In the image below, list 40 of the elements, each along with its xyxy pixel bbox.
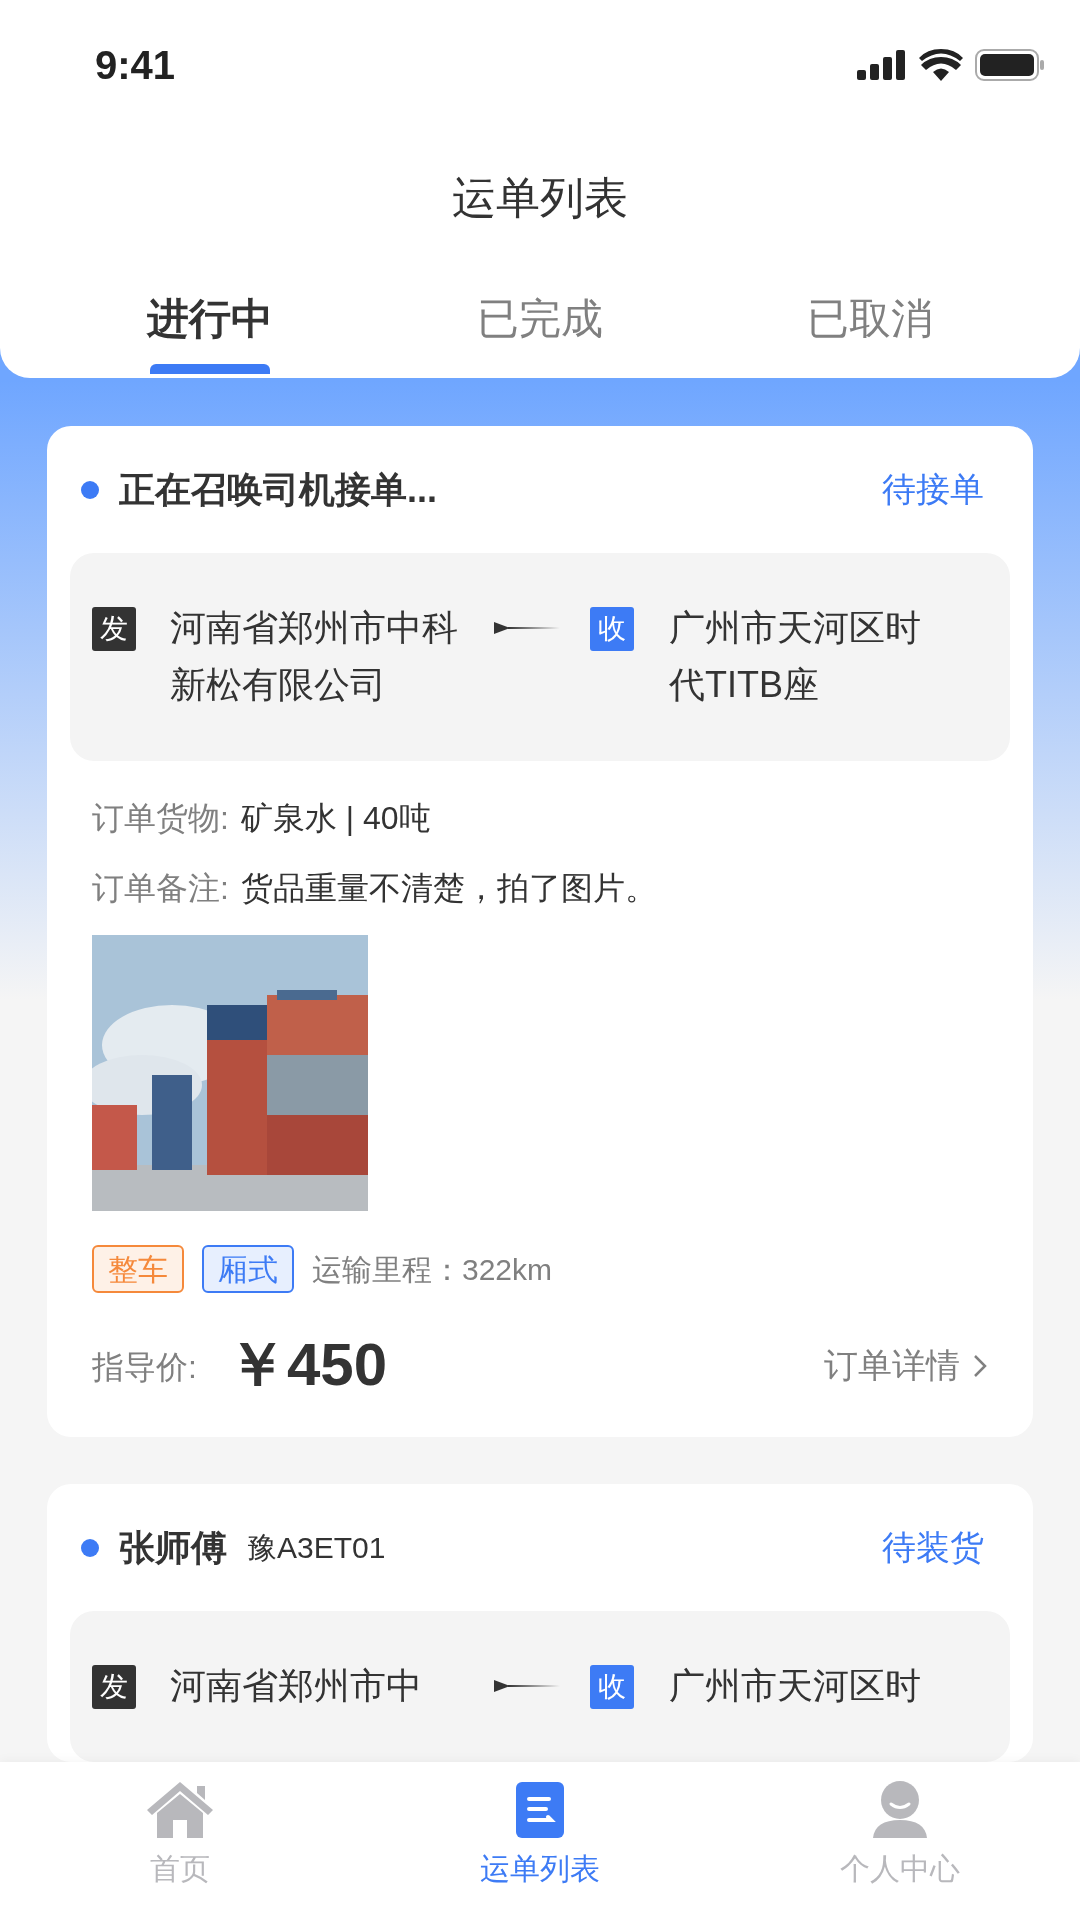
tag: 整车	[92, 1245, 184, 1293]
receiver-badge: 收	[590, 1665, 634, 1709]
goods-label: 订单货物:	[92, 799, 229, 838]
nav-item[interactable]: 运单列表	[360, 1762, 720, 1920]
nav-item[interactable]: 首页	[0, 1762, 360, 1920]
order-status: 待接单	[882, 469, 984, 510]
goods-value: 矿泉水 | 40吨	[240, 799, 431, 838]
note-label: 订单备注:	[92, 869, 229, 908]
tab[interactable]: 已完成	[375, 265, 705, 378]
signal-icon	[857, 50, 907, 80]
order-status: 待装货	[882, 1527, 984, 1568]
battery-icon	[975, 49, 1045, 81]
price: ￥450	[226, 1333, 387, 1397]
person-icon	[871, 1780, 929, 1838]
price-label: 指导价:	[92, 1348, 197, 1387]
chevron-icon	[972, 1352, 988, 1379]
tab[interactable]: 进行中	[45, 265, 375, 378]
page-title: 运单列表	[452, 171, 628, 224]
receiver-badge: 收	[590, 607, 634, 651]
tab[interactable]: 已取消	[705, 265, 1035, 378]
note-value: 货品重量不清楚，拍了图片。	[240, 869, 657, 908]
license-plate: 豫A3ET01	[247, 1530, 386, 1566]
destination-address: 广州市天河区时	[669, 1664, 922, 1708]
tag: 厢式	[202, 1245, 294, 1293]
document-icon	[516, 1782, 564, 1838]
arrow-icon	[494, 621, 560, 635]
arrow-icon	[494, 1679, 560, 1693]
mileage-text: 运输里程：322km	[312, 1251, 553, 1288]
wifi-icon	[919, 49, 963, 81]
status-time: 9:41	[95, 42, 176, 89]
origin-address: 河南省郑州市中	[170, 1664, 423, 1708]
sender-badge: 发	[92, 607, 136, 651]
nav-item[interactable]: 个人中心	[720, 1762, 1080, 1920]
driver-name: 张师傅	[119, 1525, 227, 1570]
order-title: 正在召唤司机接单...	[119, 467, 437, 512]
origin-address: 河南省郑州市中科新松有限公司	[170, 606, 459, 707]
sender-badge: 发	[92, 1665, 136, 1709]
home-icon	[145, 1780, 215, 1838]
order-detail-link[interactable]: 订单详情	[824, 1340, 988, 1391]
destination-address: 广州市天河区时代TITB座	[669, 606, 922, 707]
